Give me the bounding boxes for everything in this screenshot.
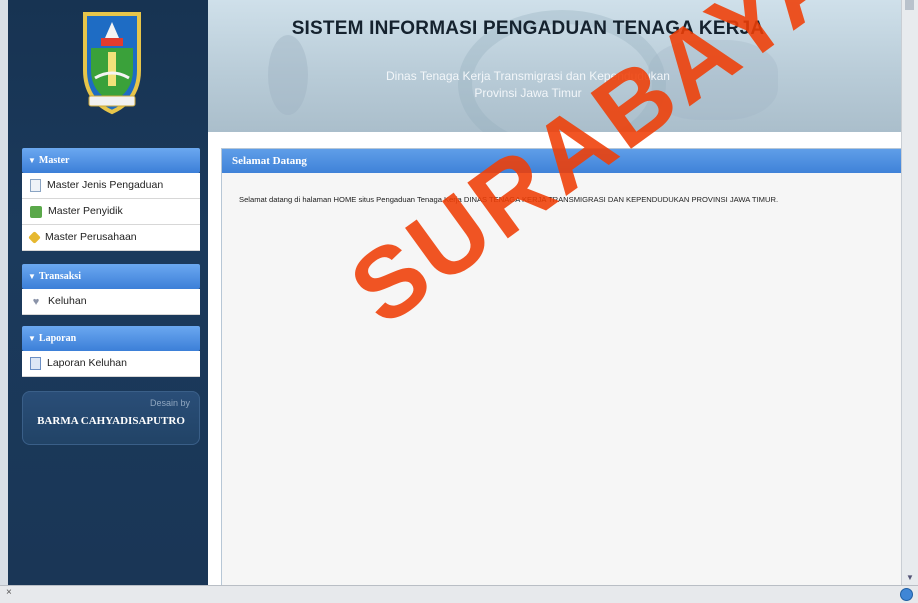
menu-header-label: Master — [38, 155, 70, 166]
collapse-triangle-icon: ▼ — [28, 156, 36, 165]
menu-header-laporan[interactable]: ▼ Laporan — [22, 326, 200, 351]
status-bar: × — [0, 585, 918, 603]
complaint-icon: ♥ — [32, 295, 40, 308]
menu-item-label: Master Perusahaan — [45, 231, 137, 243]
menu-master: ▼ Master Master Jenis Pengaduan Master Pe… — [22, 148, 200, 251]
logo-area — [8, 0, 208, 140]
menu-item-master-perusahaan[interactable]: Master Perusahaan — [22, 225, 200, 251]
menu-header-master[interactable]: ▼ Master — [22, 148, 200, 173]
collapse-triangle-icon: ▼ — [28, 334, 36, 343]
menu-item-label: Keluhan — [48, 295, 87, 307]
scroll-down-arrow-icon[interactable]: ▼ — [905, 573, 915, 583]
window-left-edge — [0, 0, 8, 585]
globe-icon — [900, 588, 913, 601]
user-icon — [30, 205, 42, 218]
menu-transaksi: ▼ Transaksi ♥ Keluhan — [22, 264, 200, 315]
vertical-scrollbar[interactable]: ▼ — [901, 0, 918, 585]
menu-item-label: Master Penyidik — [48, 205, 123, 217]
document-icon — [30, 179, 41, 192]
menu-header-transaksi[interactable]: ▼ Transaksi — [22, 264, 200, 289]
design-by-label: Desain by — [149, 398, 190, 408]
menu-laporan: ▼ Laporan Laporan Keluhan — [22, 326, 200, 377]
menu-item-label: Master Jenis Pengaduan — [47, 179, 164, 191]
close-icon[interactable]: × — [6, 587, 12, 598]
menu-header-label: Laporan — [38, 333, 77, 344]
menu-item-laporan-keluhan[interactable]: Laporan Keluhan — [22, 351, 200, 377]
collapse-triangle-icon: ▼ — [28, 272, 36, 281]
report-icon — [30, 357, 41, 370]
menu-item-master-penyidik[interactable]: Master Penyidik — [22, 199, 200, 225]
designer-name: BARMA CAHYADISAPUTRO — [37, 415, 185, 427]
company-icon — [28, 231, 41, 244]
menu-header-label: Transaksi — [38, 271, 81, 282]
menu-item-master-jenis-pengaduan[interactable]: Master Jenis Pengaduan — [22, 173, 200, 199]
designer-badge: Desain by BARMA CAHYADISAPUTRO — [22, 391, 200, 445]
menu-item-label: Laporan Keluhan — [47, 357, 127, 369]
menu-item-keluhan[interactable]: ♥ Keluhan — [22, 289, 200, 315]
scrollbar-thumb[interactable] — [905, 0, 914, 10]
province-emblem-logo — [83, 12, 141, 115]
